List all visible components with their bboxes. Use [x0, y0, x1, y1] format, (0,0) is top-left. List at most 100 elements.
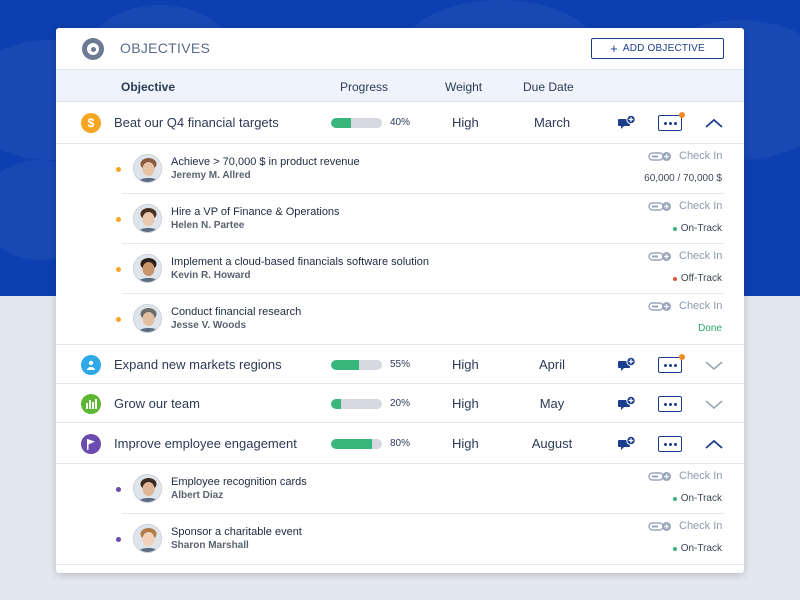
- check-in-button[interactable]: Check In: [648, 470, 722, 482]
- notification-dot: [679, 354, 685, 360]
- bar-chart-icon: [81, 394, 101, 414]
- more-options-icon[interactable]: [658, 396, 682, 412]
- key-result-status: 60,000 / 70,000 $: [644, 173, 722, 184]
- key-result-status-wrap: On-Track: [672, 543, 722, 554]
- key-result-status-wrap: Off-Track: [672, 273, 722, 284]
- avatar: [133, 154, 162, 183]
- key-result-status: Done: [698, 323, 722, 334]
- objective-due-date: April: [538, 357, 565, 372]
- avatar: [133, 254, 162, 283]
- key-result-status-wrap: On-Track: [672, 493, 722, 504]
- bullet-dot: [116, 167, 121, 172]
- bullet-dot: [116, 267, 121, 272]
- add-comment-icon[interactable]: [618, 396, 636, 412]
- chevron-down-icon[interactable]: [704, 398, 724, 410]
- objective-weight: High: [452, 115, 479, 130]
- progress-percent: 55%: [390, 359, 411, 370]
- key-result-row[interactable]: Achieve > 70,000 $ in product revenue Je…: [56, 144, 744, 194]
- key-result-title: Implement a cloud-based financials softw…: [171, 256, 430, 268]
- key-result-status-wrap: Done: [698, 323, 722, 334]
- key-result-title: Conduct financial research: [171, 306, 302, 318]
- check-in-button[interactable]: Check In: [648, 200, 722, 212]
- check-in-label: Check In: [679, 150, 723, 162]
- objective-title: Grow our team: [114, 396, 200, 411]
- add-comment-icon[interactable]: [618, 436, 636, 452]
- key-result-row[interactable]: Employee recognition cards Albert Diaz C…: [56, 464, 744, 514]
- add-objective-button[interactable]: + ADD OBJECTIVE: [591, 38, 724, 59]
- avatar: [133, 474, 162, 503]
- objective-title: Expand new markets regions: [114, 357, 282, 372]
- objective-weight: High: [452, 436, 479, 451]
- progress-bar: [331, 439, 382, 449]
- chevron-down-icon[interactable]: [704, 359, 724, 371]
- person-icon: [81, 355, 101, 375]
- key-result-status: On-Track: [680, 543, 722, 554]
- check-in-label: Check In: [679, 300, 723, 312]
- check-in-label: Check In: [679, 200, 723, 212]
- check-in-label: Check In: [679, 520, 723, 532]
- key-result-row[interactable]: Implement a cloud-based financials softw…: [56, 244, 744, 294]
- objective-due-date: May: [539, 396, 565, 411]
- add-objective-label: ADD OBJECTIVE: [622, 43, 705, 54]
- key-results-list: Achieve > 70,000 $ in product revenue Je…: [56, 144, 744, 345]
- key-result-owner: Helen N. Partee: [171, 220, 245, 231]
- check-in-button[interactable]: Check In: [648, 150, 722, 162]
- toggle-plus-icon: [648, 471, 671, 481]
- key-result-title: Sponsor a charitable event: [171, 526, 302, 538]
- more-options-icon[interactable]: [658, 112, 685, 131]
- check-in-button[interactable]: Check In: [648, 300, 722, 312]
- check-in-label: Check In: [679, 250, 723, 262]
- key-result-row[interactable]: Conduct financial research Jesse V. Wood…: [56, 294, 744, 344]
- key-result-owner: Albert Diaz: [171, 490, 224, 501]
- toggle-plus-icon: [648, 251, 671, 261]
- notification-dot: [679, 112, 685, 118]
- chevron-up-icon[interactable]: [704, 117, 724, 129]
- key-result-status-wrap: On-Track: [672, 223, 722, 234]
- bullet-dot: [116, 317, 121, 322]
- key-result-title: Hire a VP of Finance & Operations: [171, 206, 340, 218]
- toggle-plus-icon: [648, 521, 671, 531]
- bullet-dot: [116, 487, 121, 492]
- avatar: [133, 304, 162, 333]
- progress-percent: 40%: [390, 117, 411, 128]
- more-options-icon[interactable]: [658, 354, 685, 373]
- progress-percent: 20%: [390, 398, 411, 409]
- progress-percent: 80%: [390, 438, 411, 449]
- toggle-plus-icon: [648, 151, 671, 161]
- dollar-icon: $: [81, 113, 101, 133]
- progress-bar: [331, 118, 382, 128]
- column-headers: Objective Progress Weight Due Date: [56, 69, 744, 102]
- objective-row[interactable]: $ Beat our Q4 financial targets 40% High…: [56, 102, 744, 144]
- objective-row[interactable]: Improve employee engagement 80% High Aug…: [56, 423, 744, 464]
- avatar: [133, 204, 162, 233]
- more-options-icon[interactable]: [658, 436, 682, 452]
- bullet-dot: [116, 217, 121, 222]
- objectives-list: $ Beat our Q4 financial targets 40% High…: [56, 102, 744, 565]
- key-result-owner: Jeremy M. Allred: [171, 170, 251, 181]
- objectives-card: OBJECTIVES + ADD OBJECTIVE Objective Pro…: [56, 28, 744, 573]
- key-result-owner: Jesse V. Woods: [171, 320, 247, 331]
- column-header-objective: Objective: [121, 80, 176, 94]
- progress-bar: [331, 399, 382, 409]
- target-logo-icon: [82, 38, 104, 60]
- key-result-row[interactable]: Sponsor a charitable event Sharon Marsha…: [56, 514, 744, 564]
- objective-title: Improve employee engagement: [114, 436, 297, 451]
- toggle-plus-icon: [648, 201, 671, 211]
- objective-row[interactable]: Expand new markets regions 55% High Apri…: [56, 345, 744, 384]
- chevron-up-icon[interactable]: [704, 438, 724, 450]
- check-in-button[interactable]: Check In: [648, 520, 722, 532]
- key-result-status: On-Track: [680, 493, 722, 504]
- key-result-status: On-Track: [680, 223, 722, 234]
- card-header: OBJECTIVES + ADD OBJECTIVE: [56, 28, 744, 69]
- check-in-button[interactable]: Check In: [648, 250, 722, 262]
- objective-row[interactable]: Grow our team 20% High May: [56, 384, 744, 423]
- progress-bar: [331, 360, 382, 370]
- objective-weight: High: [452, 396, 479, 411]
- avatar: [133, 524, 162, 553]
- key-result-row[interactable]: Hire a VP of Finance & Operations Helen …: [56, 194, 744, 244]
- column-header-progress: Progress: [340, 80, 389, 94]
- objective-weight: High: [452, 357, 479, 372]
- plus-icon: +: [610, 40, 618, 56]
- add-comment-icon[interactable]: [618, 115, 636, 131]
- add-comment-icon[interactable]: [618, 357, 636, 373]
